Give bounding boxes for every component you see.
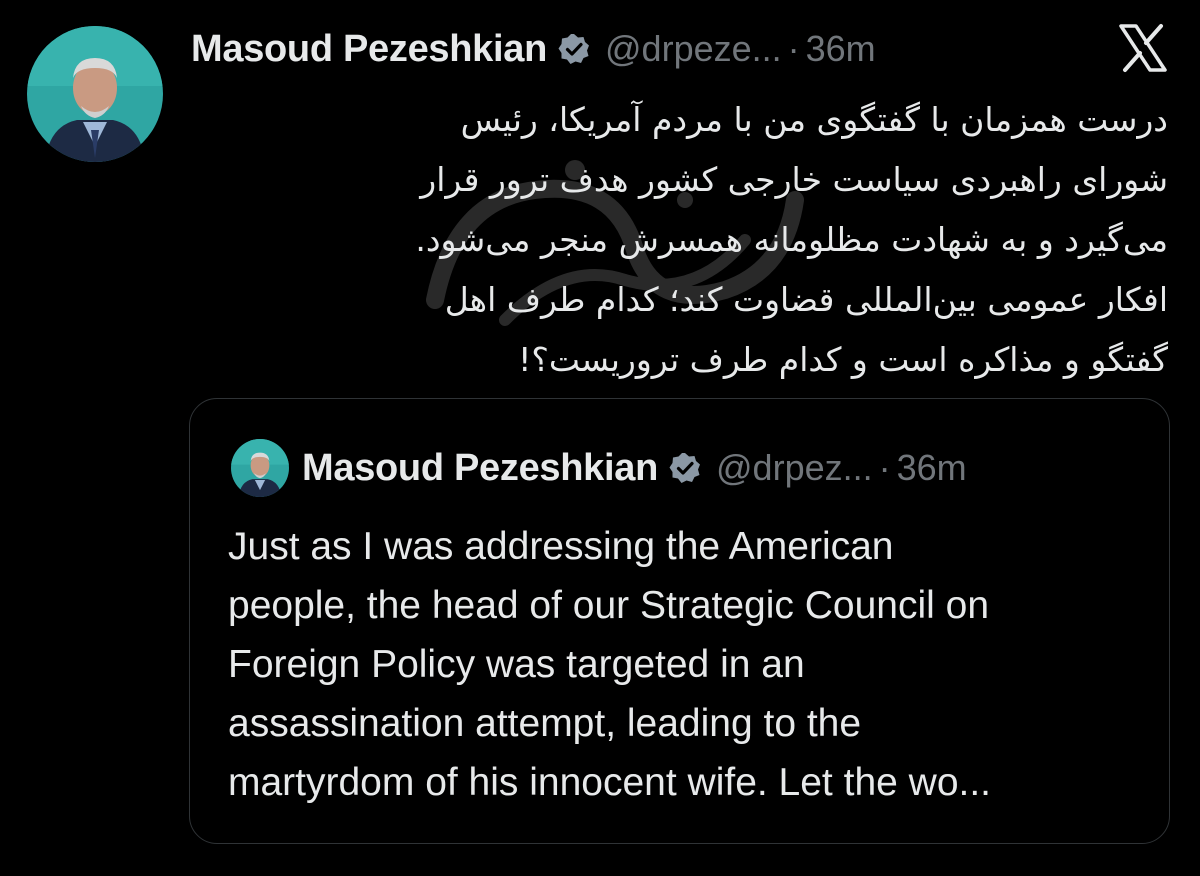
quoted-text-line: assassination attempt, leading to the	[228, 702, 862, 745]
quoted-tweet-text: Just as I was addressing the American pe…	[228, 517, 1148, 812]
author-handle[interactable]: @drpeze...	[605, 28, 782, 70]
quoted-text-line: people, the head of our Strategic Counci…	[228, 584, 990, 627]
tweet-text-line: گفتگو و مذاکره است و کدام طرف تروریست؟!	[518, 340, 1168, 379]
avatar[interactable]	[27, 26, 163, 162]
tweet-text-line: درست همزمان با گفتگوی من با مردم آمریکا،…	[460, 100, 1168, 139]
author-name[interactable]: Masoud Pezeshkian	[191, 28, 547, 71]
verified-badge-icon	[668, 451, 702, 485]
tweet-card[interactable]: Masoud Pezeshkian @drpeze... · 36m درست …	[0, 0, 1200, 876]
quoted-tweet[interactable]: Masoud Pezeshkian @drpez... · 36m Just a…	[189, 398, 1170, 844]
timestamp[interactable]: 36m	[806, 28, 876, 70]
quoted-timestamp: 36m	[896, 447, 967, 488]
tweet-header: Masoud Pezeshkian @drpeze... · 36m	[191, 26, 876, 72]
quoted-text-line: Foreign Policy was targeted in an	[228, 643, 805, 686]
tweet-text-line: می‌گیرد و به شهادت مظلومانه همسرش منجر م…	[415, 220, 1168, 259]
quoted-text-line: martyrdom of his innocent wife. Let the …	[228, 761, 992, 804]
quoted-avatar	[231, 439, 289, 497]
separator-dot: ·	[878, 447, 891, 488]
verified-badge-icon	[557, 32, 591, 66]
quoted-author-name: Masoud Pezeshkian	[302, 446, 659, 489]
tweet-text: درست همزمان با گفتگوی من با مردم آمریکا،…	[188, 90, 1168, 390]
quoted-author-handle: @drpez...	[716, 447, 873, 488]
x-logo-icon[interactable]	[1117, 22, 1169, 74]
quoted-tweet-header: Masoud Pezeshkian @drpez... · 36m	[302, 445, 967, 491]
separator-dot: ·	[787, 28, 800, 69]
tweet-text-line: افکار عمومی بین‌المللی قضاوت کند؛ کدام ط…	[444, 280, 1168, 319]
tweet-text-line: شورای راهبردی سیاست خارجی کشور هدف ترور …	[420, 160, 1168, 199]
quoted-text-line: Just as I was addressing the American	[228, 525, 894, 568]
